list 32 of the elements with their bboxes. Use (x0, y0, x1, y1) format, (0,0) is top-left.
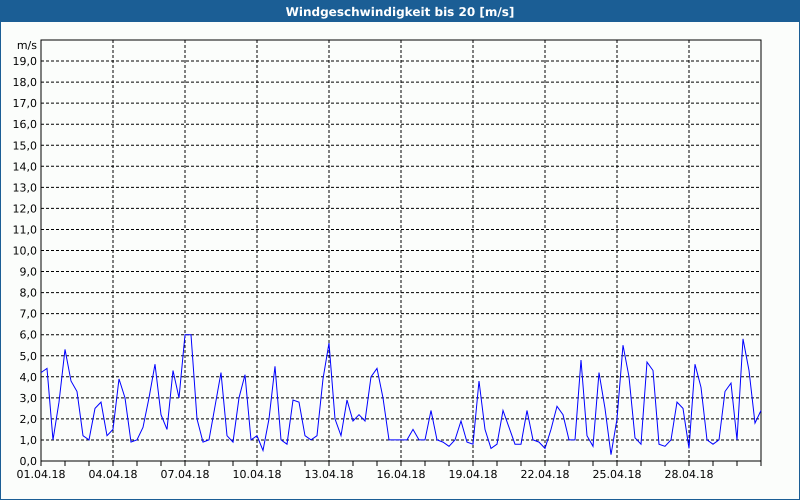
y-tick-label: 14,0 (12, 160, 37, 174)
y-tick-label: 12,0 (12, 202, 37, 216)
x-tick-label: 19.04.18 (448, 468, 498, 481)
y-tick-label: 13,0 (12, 181, 37, 194)
y-tick-label: 16,0 (12, 118, 37, 132)
y-tick-label: 9,0 (20, 266, 37, 279)
x-tick-label: 07.04.18 (160, 468, 210, 481)
x-tick-label: 01.04.18 (16, 468, 66, 481)
x-tick-label: 10.04.18 (232, 468, 282, 481)
x-tick-label: 04.04.18 (88, 468, 138, 481)
x-tick-label: 25.04.18 (592, 468, 642, 481)
x-tick-label: 22.04.18 (520, 468, 570, 481)
y-tick-label: 18,0 (12, 76, 37, 90)
y-tick-label: 4,0 (20, 370, 37, 384)
x-tick-label: 16.04.18 (376, 468, 426, 481)
y-tick-label: 0,0 (20, 455, 37, 468)
y-axis-unit: m/s (16, 39, 37, 52)
y-tick-label: 8,0 (20, 286, 37, 300)
y-tick-label: 11,0 (12, 223, 37, 236)
x-tick-label: 13.04.18 (304, 468, 354, 481)
y-tick-label: 17,0 (12, 97, 37, 110)
y-tick-label: 10,0 (12, 244, 37, 258)
y-tick-label: 19,0 (12, 55, 37, 68)
y-tick-label: 7,0 (20, 308, 37, 321)
y-tick-label: 15,0 (12, 139, 37, 152)
y-tick-label: 5,0 (20, 350, 37, 363)
window-title: Windgeschwindigkeit bis 20 [m/s] (1, 1, 799, 22)
y-tick-label: 6,0 (20, 328, 37, 342)
y-tick-label: 1,0 (20, 434, 37, 447)
y-tick-label: 2,0 (20, 412, 37, 426)
x-tick-label: 28.04.18 (664, 468, 714, 481)
y-tick-label: 3,0 (20, 392, 37, 405)
